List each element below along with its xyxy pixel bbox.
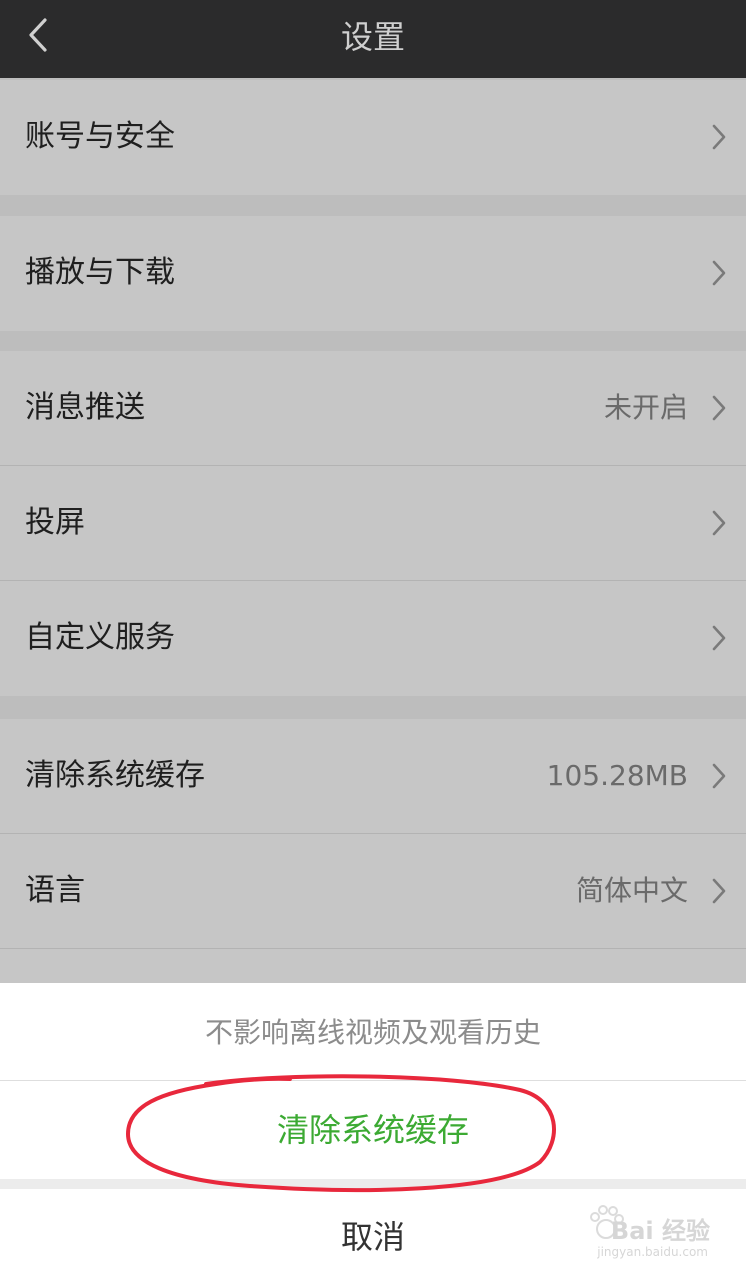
chevron-right-icon [712, 625, 726, 651]
settings-item-label: 消息推送 [25, 390, 145, 425]
settings-item-cast-screen[interactable]: 投屏 [0, 466, 746, 581]
settings-item-label: 投屏 [25, 505, 85, 540]
settings-item-message-push[interactable]: 消息推送 未开启 [0, 351, 746, 466]
page-title: 设置 [340, 18, 405, 56]
chevron-right-icon [712, 260, 726, 286]
chevron-right-icon [712, 510, 726, 536]
settings-group-playback: 播放与下载 [0, 216, 746, 331]
chevron-right-icon [712, 124, 726, 150]
settings-item-custom-services[interactable]: 自定义服务 [0, 581, 746, 696]
navigation-bar: 设置 [0, 0, 746, 78]
action-sheet: 不影响离线视频及观看历史 清除系统缓存 取消 [0, 983, 746, 1285]
settings-group-notifications: 消息推送 未开启 投屏 自定义服务 [0, 351, 746, 696]
settings-item-clear-cache[interactable]: 清除系统缓存 105.28MB [0, 719, 746, 834]
settings-item-language[interactable]: 语言 简体中文 [0, 834, 746, 949]
chevron-right-icon [712, 763, 726, 789]
cancel-button[interactable]: 取消 [0, 1189, 746, 1285]
settings-item-label: 清除系统缓存 [25, 758, 205, 793]
settings-item-account-security[interactable]: 账号与安全 [0, 80, 746, 195]
settings-group-general: 清除系统缓存 105.28MB 语言 简体中文 [0, 719, 746, 983]
settings-item-value: 未开启 [603, 391, 688, 424]
settings-item-label: 自定义服务 [25, 620, 175, 655]
settings-item-partial [0, 949, 746, 983]
chevron-right-icon [712, 395, 726, 421]
chevron-right-icon [712, 878, 726, 904]
settings-item-play-download[interactable]: 播放与下载 [0, 216, 746, 331]
settings-item-value: 105.28MB [546, 759, 688, 792]
settings-item-label: 账号与安全 [25, 119, 175, 154]
settings-item-value: 简体中文 [575, 874, 688, 907]
settings-item-label: 播放与下载 [25, 255, 175, 290]
settings-item-label: 语言 [25, 873, 85, 908]
clear-cache-confirm-button[interactable]: 清除系统缓存 [0, 1081, 746, 1179]
action-sheet-hint: 不影响离线视频及观看历史 [0, 983, 746, 1081]
settings-group-account: 账号与安全 [0, 80, 746, 195]
